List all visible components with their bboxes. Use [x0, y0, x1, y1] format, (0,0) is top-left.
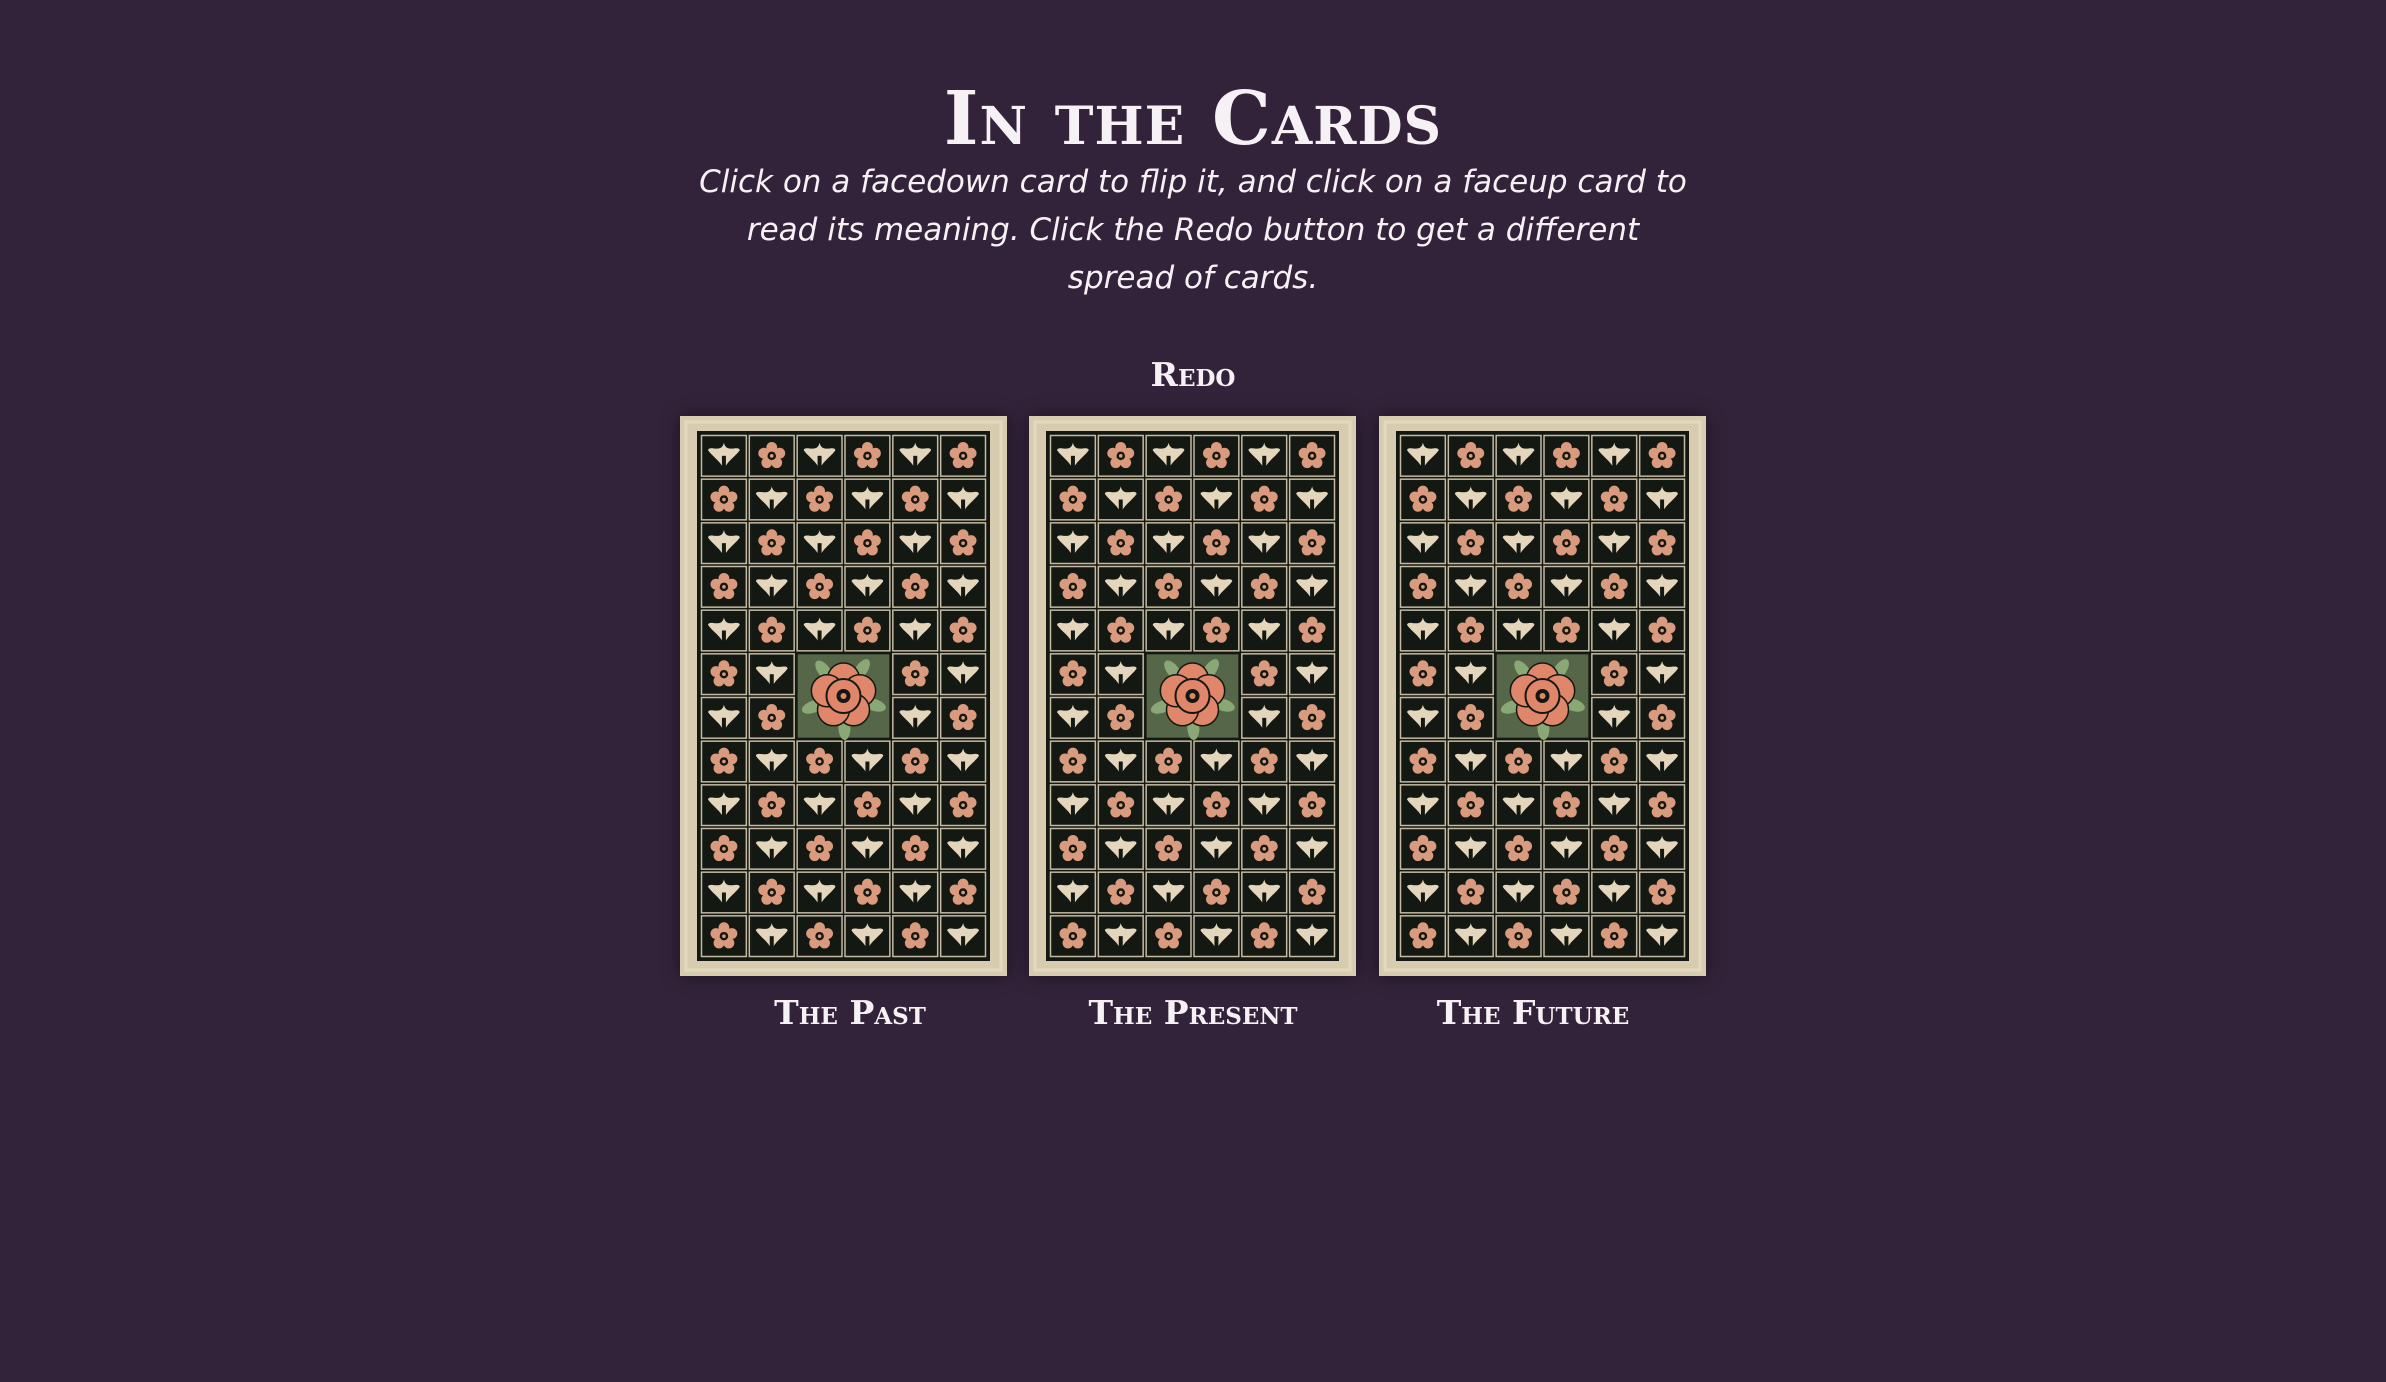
tudor-rose-icon [797, 654, 890, 740]
card-label-present: The Present [1088, 993, 1298, 1032]
card-back-pattern [1029, 416, 1356, 976]
page-title: In the Cards [943, 75, 1443, 162]
instructions-text: Click on a facedown card to flip it, and… [699, 164, 1687, 296]
page: In the Cards Click on a facedown card to… [0, 0, 2386, 1382]
card-past[interactable] [680, 416, 1007, 976]
card-future[interactable] [1379, 416, 1706, 976]
card-back-pattern [1379, 416, 1706, 976]
redo-button[interactable]: Redo [1093, 350, 1293, 400]
card-back-pattern [680, 416, 1007, 976]
card-present[interactable] [1029, 416, 1356, 976]
tudor-rose-icon [1146, 654, 1239, 740]
card-label-past: The Past [774, 993, 926, 1032]
card-label-future: The Future [1436, 993, 1630, 1032]
tudor-rose-icon [1496, 654, 1589, 740]
